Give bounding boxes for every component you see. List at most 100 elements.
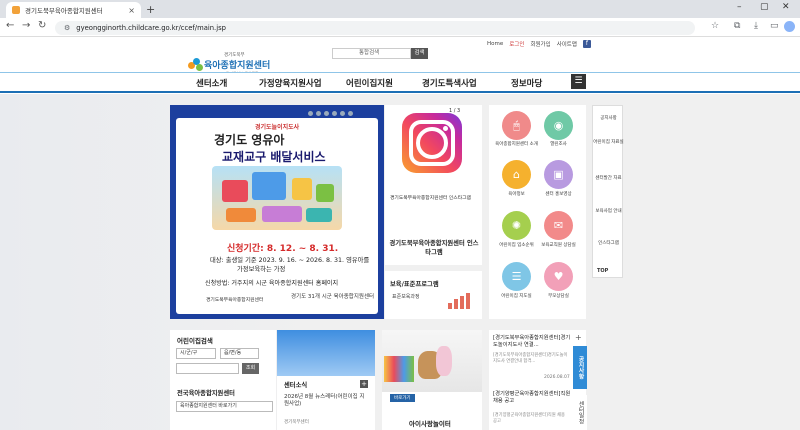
tab-schedule[interactable]: 센터일정: [573, 395, 587, 430]
list-icon[interactable]: ☰: [502, 262, 531, 291]
rabbit-doll-illustration: [436, 346, 452, 376]
quick-label[interactable]: 보육교직원 상담실: [536, 243, 581, 249]
close-window-icon[interactable]: ✕: [782, 2, 790, 12]
city-select[interactable]: 시/군/구: [176, 348, 216, 359]
program-title: 보육/표준프로그램: [390, 281, 439, 288]
main-navigation: [0, 72, 800, 93]
side-item-publication[interactable]: 센터발간 자료: [593, 176, 624, 182]
extensions-icon[interactable]: ⧉: [734, 21, 740, 31]
heart-icon[interactable]: ♥: [544, 262, 573, 291]
news-title: 센터소식: [284, 382, 308, 389]
forward-icon[interactable]: →: [22, 20, 30, 31]
banner-title-2: 교재교구 배달서비스: [222, 150, 326, 164]
bookmark-star-icon[interactable]: ☆: [711, 21, 719, 31]
side-item-instagram[interactable]: 인스타그램: [593, 241, 624, 247]
banner-title-1: 경기도 영유아: [214, 133, 285, 147]
program-item[interactable]: 표준보육과정: [392, 293, 420, 300]
gnb-info[interactable]: 정보마당: [511, 77, 542, 89]
banner-dot[interactable]: [308, 111, 313, 116]
tab-notice[interactable]: 공지사항: [573, 346, 587, 389]
banner-dot[interactable]: [324, 111, 329, 116]
address-bar[interactable]: ⚙ gyeongginorth.childcare.go.kr/ccef/mai…: [55, 21, 695, 35]
news-text[interactable]: 2026년 8월 뉴스레터(어린이집 지원사업): [284, 394, 368, 408]
mouse-icon[interactable]: 🖱: [502, 111, 531, 140]
center-shortcut-select[interactable]: 육아종합지원센터 바로가기: [176, 401, 273, 412]
close-tab-icon[interactable]: ×: [128, 6, 135, 15]
logo-name-text: 육아종합지원센터: [204, 61, 271, 71]
banner-period: 신청기간: 8. 12. ~ 8. 31.: [227, 244, 339, 254]
sitemap-link[interactable]: 사이트맵: [557, 40, 577, 48]
back-icon[interactable]: ←: [6, 20, 14, 31]
gnb-special-project[interactable]: 경기도특색사업: [422, 77, 477, 89]
news-sub: 경기북부센터: [284, 420, 309, 425]
all-menu-icon[interactable]: ☰: [571, 74, 586, 89]
site-info-icon[interactable]: ⚙: [64, 24, 70, 32]
side-item-program-guide[interactable]: 보육사업 안내: [593, 209, 624, 215]
quick-label[interactable]: 열린조사: [536, 142, 581, 148]
banner-target-1: 대상: 출생일 기준 2023. 9. 16. ~ 2026. 8. 31. 영…: [210, 257, 370, 264]
site-favicon-icon: [12, 6, 20, 14]
browser-tab-title: 경기도북부육아종합지원센터: [25, 7, 103, 15]
program-chart-icon: [448, 293, 470, 309]
notice-more-icon[interactable]: +: [575, 333, 582, 342]
profile-avatar[interactable]: [784, 21, 795, 32]
instagram-logo-icon[interactable]: [402, 113, 462, 173]
daycare-name-input[interactable]: [176, 363, 239, 374]
notice-item[interactable]: [경기양평군육아종합지원센터]직원 채용 공고: [493, 391, 573, 405]
search-input[interactable]: 통합검색: [332, 48, 411, 59]
banner-dot[interactable]: [300, 111, 305, 116]
notice-item[interactable]: [경기도북부육아종합지원센터]경기도놀이지도사 연결...: [493, 335, 573, 349]
daycare-search-button[interactable]: 조회: [242, 363, 259, 374]
notice-sub: [경기양평군육아종합지원센터]직원 채용 공고: [493, 413, 565, 424]
facebook-icon[interactable]: f: [582, 40, 591, 48]
gear-icon[interactable]: ✺: [502, 211, 531, 240]
login-link[interactable]: 로그인: [509, 40, 524, 48]
quick-label[interactable]: 어린이집 입소순위: [494, 243, 539, 249]
search-button[interactable]: 검색: [411, 48, 428, 59]
chat-icon[interactable]: ✉: [544, 211, 573, 240]
banner-org-2: 경기도 31개 시군 육아종합지원센터: [291, 294, 375, 300]
camera-icon[interactable]: ◉: [544, 111, 573, 140]
side-quick-menu: 공지사항 어린이집 자료실 센터발간 자료 보육사업 안내 인스타그램: [592, 105, 624, 278]
gnb-center-intro[interactable]: 센터소개: [196, 77, 227, 89]
news-more-icon[interactable]: +: [360, 380, 368, 388]
toys-illustration: [212, 166, 342, 230]
gnb-daycare-support[interactable]: 어린이집지원: [346, 77, 393, 89]
district-select[interactable]: 읍/면/동: [220, 348, 259, 359]
reload-icon[interactable]: ↻: [38, 20, 46, 31]
playground-shortcut-button[interactable]: 바로가기: [390, 394, 415, 402]
quick-label[interactable]: 부모상담실: [536, 294, 581, 300]
quick-label[interactable]: 센터 홍보영상: [536, 192, 581, 198]
side-panel-icon[interactable]: ▭: [770, 21, 779, 31]
notice-date: 2026.08.07: [544, 375, 570, 380]
side-item-notice[interactable]: 공지사항: [593, 116, 624, 122]
banner-dot[interactable]: [348, 111, 353, 116]
maximize-icon[interactable]: ▢: [760, 2, 769, 12]
national-center-title: 전국육아종합지원센터: [177, 390, 235, 397]
insta-title[interactable]: 경기도북부육아종합지원센터 인스타그램: [388, 239, 480, 257]
top-links: Home 로그인 회원가입 사이트맵 f: [487, 40, 591, 48]
banner-dot[interactable]: [316, 111, 321, 116]
quick-label[interactable]: 육아정보: [494, 192, 539, 198]
banner-dot[interactable]: [332, 111, 337, 116]
download-icon[interactable]: ⤓: [754, 21, 758, 31]
logo-mark-icon: [188, 57, 204, 72]
home-link[interactable]: Home: [487, 41, 503, 47]
side-item-daycare-data[interactable]: 어린이집 자료실: [593, 140, 624, 146]
banner-org-1: 경기도북부육아종합지원센터: [206, 298, 264, 303]
join-link[interactable]: 회원가입: [530, 40, 550, 48]
quick-label[interactable]: 육아종합지원센터 소개: [494, 142, 539, 148]
new-tab-icon[interactable]: +: [146, 3, 155, 16]
quick-label[interactable]: 어린이집 지도실: [494, 294, 539, 300]
news-image[interactable]: [277, 330, 375, 376]
daycare-search-box: [170, 330, 276, 430]
gnb-home-care[interactable]: 가정양육지원사업: [259, 77, 322, 89]
home-icon[interactable]: ⌂: [502, 160, 531, 189]
banner-method: 신청방법: 거주지의 시군 육아종합지원센터 홈페이지: [205, 280, 339, 287]
banner-target-2: 가정보육하는 가정: [237, 266, 286, 273]
tv-icon[interactable]: ▣: [544, 160, 573, 189]
minimize-icon[interactable]: –: [737, 2, 742, 12]
browser-tab[interactable]: 경기도북부육아종합지원센터 ×: [6, 2, 141, 18]
banner-dot[interactable]: [340, 111, 345, 116]
top-button[interactable]: TOP: [597, 268, 608, 274]
